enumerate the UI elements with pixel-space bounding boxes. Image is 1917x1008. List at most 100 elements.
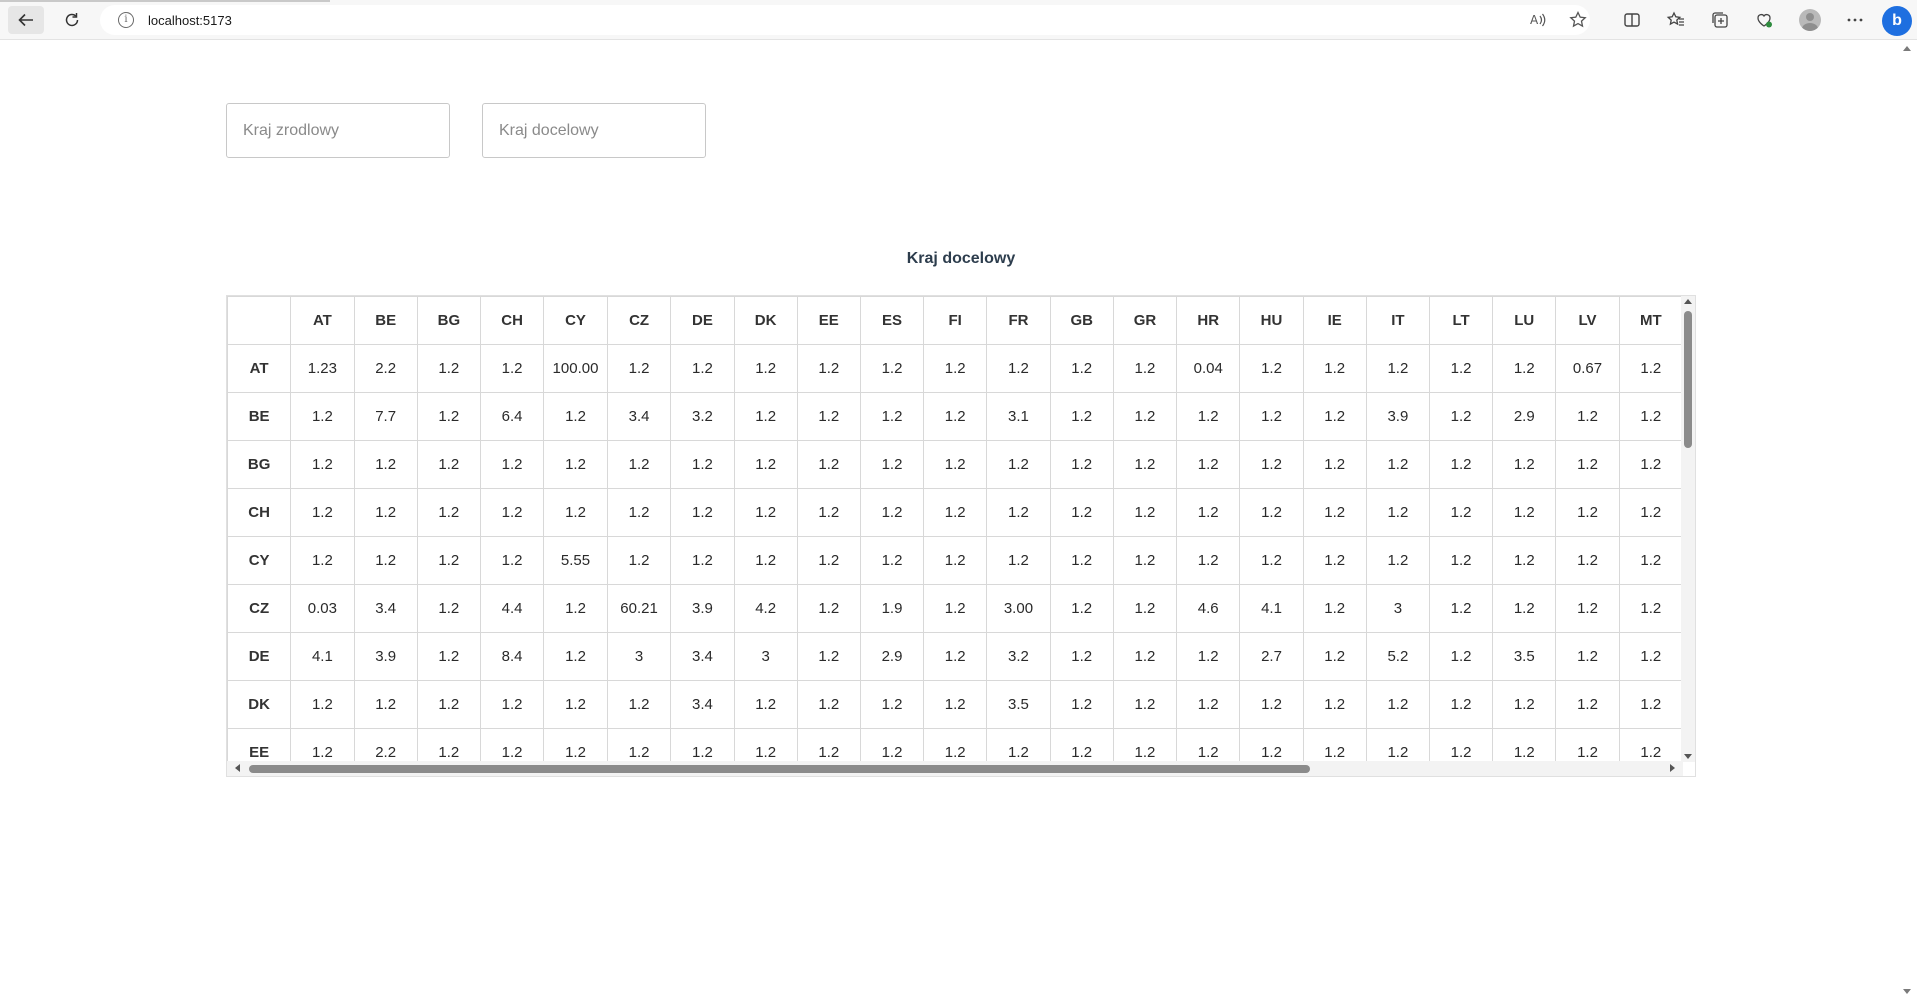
table-cell: 1.2 — [1618, 440, 1683, 489]
table-cell: 1.2 — [859, 344, 925, 393]
table-title: Kraj docelowy — [906, 250, 1016, 267]
table-cell: 1.2 — [1618, 392, 1683, 441]
table-cell: 1.2 — [479, 440, 545, 489]
table-cell: 1.2 — [1618, 728, 1683, 762]
table-cell: 1.2 — [1176, 536, 1241, 585]
table-cell: 6.4 — [479, 392, 545, 441]
table-cell: 1.2 — [1239, 728, 1304, 762]
vertical-scroll-thumb[interactable] — [1684, 311, 1692, 448]
reload-button[interactable] — [54, 6, 90, 34]
table-cell: 7.7 — [353, 392, 418, 441]
source-country-input[interactable] — [226, 103, 450, 158]
table-cell: 1.2 — [606, 440, 672, 489]
page-scrollbar[interactable] — [1899, 40, 1915, 1002]
column-header: BG — [416, 296, 481, 345]
table-cell: 1.2 — [1618, 584, 1683, 633]
table-cell: 1.2 — [543, 488, 608, 537]
table-cell: 1.2 — [1428, 680, 1494, 729]
column-header: IE — [1302, 296, 1367, 345]
row-header: DK — [227, 680, 292, 729]
bing-copilot-icon[interactable]: b — [1882, 6, 1912, 36]
address-bar[interactable]: i localhost:5173 — [100, 5, 1590, 35]
back-button[interactable] — [8, 6, 44, 34]
scroll-down-icon[interactable] — [1684, 754, 1692, 759]
scroll-up-icon[interactable] — [1684, 299, 1692, 304]
favorite-star-icon[interactable] — [1566, 8, 1590, 32]
table-cell: 1.2 — [1239, 344, 1304, 393]
site-info-icon[interactable]: i — [118, 12, 134, 28]
table-cell: 1.2 — [923, 344, 988, 393]
favorites-icon[interactable] — [1664, 8, 1688, 32]
table-cell: 1.2 — [796, 344, 861, 393]
table-row: DE 4.1 3.9 1.2 8.4 1.2 3 3.4 3 1.2 2.9 1.2 3.2 1.2 1.2… — [227, 632, 1683, 681]
table-cell: 1.2 — [1049, 728, 1114, 762]
table-cell: 1.2 — [923, 728, 988, 762]
table-cell: 1.2 — [1176, 632, 1241, 681]
table-row: CZ 0.03 3.4 1.2 4.4 1.2 60.21 3.9 4.2 1.2 1.9 1.2 3.… — [227, 584, 1683, 633]
table-cell: 1.2 — [1049, 488, 1114, 537]
country-matrix-table: AT BE BG CH CY CZ DE DK EE ES FI FR GB GR HR HU IE IT LT LU… — [227, 296, 1683, 762]
profile-avatar[interactable] — [1798, 8, 1822, 32]
page-scroll-down-icon[interactable] — [1903, 989, 1911, 994]
table-cell: 1.2 — [1428, 584, 1494, 633]
table-cell: 1.2 — [1365, 536, 1430, 585]
table-cell: 1.2 — [416, 680, 481, 729]
table-cell: 1.2 — [479, 680, 545, 729]
table-cell: 3 — [1365, 584, 1430, 633]
table-cell: 3.1 — [986, 392, 1051, 441]
page-scroll-up-icon[interactable] — [1903, 46, 1911, 51]
table-cell: 1.2 — [1555, 392, 1620, 441]
table-cell: 1.2 — [1492, 440, 1557, 489]
matrix-table-container[interactable]: AT BE BG CH CY CZ DE DK EE ES FI FR GB GR HR HU IE IT LT LU… — [226, 295, 1696, 777]
table-cell: 1.2 — [1428, 488, 1494, 537]
browser-essentials-icon[interactable] — [1752, 8, 1776, 32]
table-cell: 4.1 — [290, 632, 355, 681]
table-cell: 3 — [733, 632, 798, 681]
table-cell: 5.2 — [1365, 632, 1430, 681]
table-cell: 1.2 — [923, 392, 988, 441]
table-cell: 1.2 — [1176, 440, 1241, 489]
table-cell: 1.2 — [796, 584, 861, 633]
table-cell: 1.2 — [733, 440, 798, 489]
table-cell: 1.2 — [796, 440, 861, 489]
split-screen-icon[interactable] — [1620, 8, 1644, 32]
column-header: AT — [290, 296, 355, 345]
url-text[interactable]: localhost:5173 — [148, 13, 232, 28]
table-cell: 1.2 — [1365, 440, 1430, 489]
read-aloud-icon[interactable]: A — [1526, 8, 1550, 32]
table-cell: 1.2 — [859, 680, 925, 729]
row-header: CH — [227, 488, 292, 537]
table-cell: 1.2 — [479, 536, 545, 585]
table-cell: 1.2 — [1049, 680, 1114, 729]
table-cell: 1.2 — [606, 728, 672, 762]
table-cell: 2.2 — [353, 344, 418, 393]
table-cell: 1.2 — [606, 536, 672, 585]
table-cell: 1.2 — [733, 680, 798, 729]
scroll-left-icon[interactable] — [235, 764, 240, 772]
more-options-icon[interactable] — [1843, 8, 1867, 32]
table-cell: 1.2 — [1492, 344, 1557, 393]
table-cell: 1.2 — [606, 344, 672, 393]
filter-inputs — [226, 103, 706, 158]
table-cell: 3.9 — [353, 632, 418, 681]
collections-icon[interactable] — [1708, 8, 1732, 32]
table-cell: 1.2 — [859, 392, 925, 441]
table-cell: 1.2 — [1049, 440, 1114, 489]
vertical-scrollbar[interactable] — [1681, 296, 1695, 762]
table-cell: 1.2 — [1176, 680, 1241, 729]
table-cell: 1.2 — [1112, 584, 1178, 633]
table-cell: 1.2 — [1049, 392, 1114, 441]
table-cell: 0.04 — [1176, 344, 1241, 393]
horizontal-scrollbar[interactable] — [227, 761, 1683, 776]
table-cell: 1.2 — [923, 440, 988, 489]
avatar-icon — [1799, 9, 1821, 31]
scroll-right-icon[interactable] — [1670, 764, 1675, 772]
target-country-input[interactable] — [482, 103, 706, 158]
column-header: BE — [353, 296, 418, 345]
column-header: FI — [923, 296, 988, 345]
table-cell: 1.2 — [796, 392, 861, 441]
table-cell: 1.2 — [1618, 680, 1683, 729]
table-cell: 1.2 — [733, 344, 798, 393]
column-header: CZ — [606, 296, 672, 345]
horizontal-scroll-thumb[interactable] — [249, 765, 1310, 773]
